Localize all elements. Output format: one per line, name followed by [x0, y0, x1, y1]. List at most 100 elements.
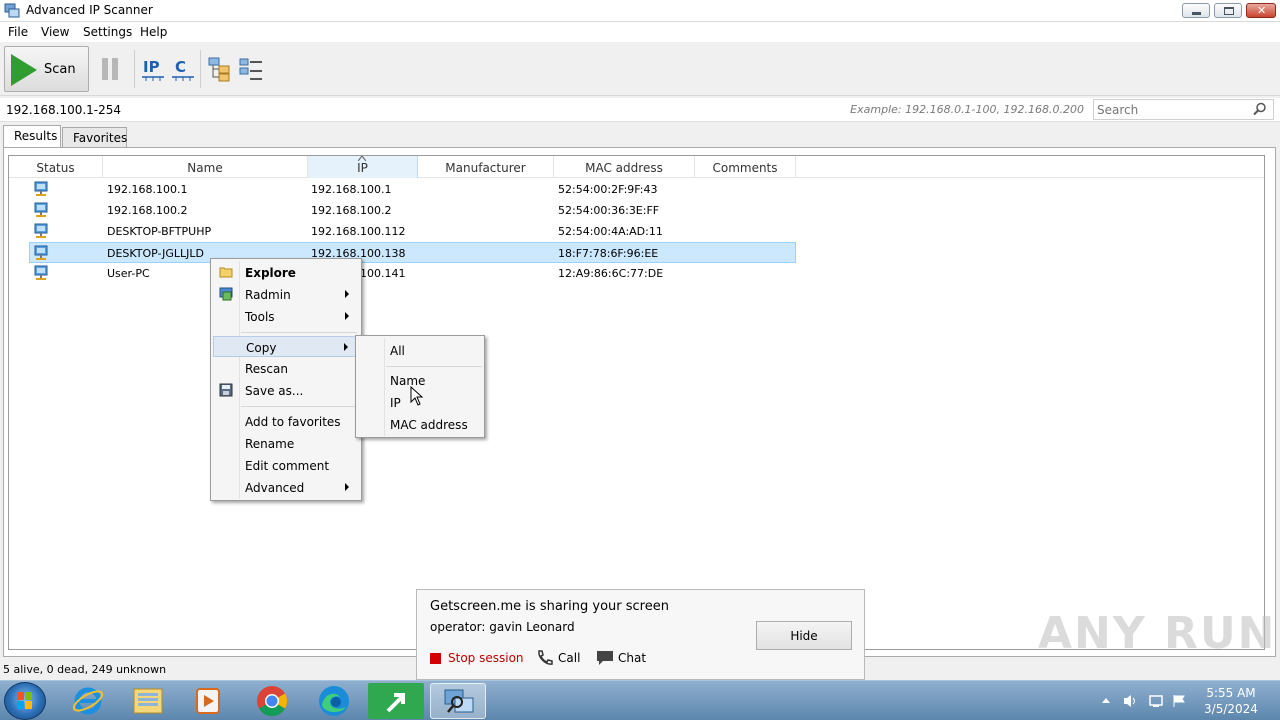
scan-button[interactable]: Scan	[4, 46, 89, 92]
phone-icon	[538, 650, 553, 665]
cell-mac: 52:54:00:2F:9F:43	[558, 183, 658, 196]
column-mac-address[interactable]: MAC address	[554, 156, 695, 178]
ip-range-example: Example: 192.168.0.1-100, 192.168.0.200	[850, 103, 1084, 116]
menu-advanced[interactable]: Advanced	[213, 477, 359, 498]
search-icon[interactable]	[1253, 102, 1267, 116]
column-comments[interactable]: Comments	[695, 156, 796, 178]
restore-button[interactable]	[1214, 3, 1242, 18]
file-explorer-icon	[133, 688, 163, 714]
start-button[interactable]	[4, 682, 46, 720]
cell-mac: 18:F7:78:6F:96:EE	[558, 247, 659, 260]
taskbar-file-explorer[interactable]	[120, 683, 176, 719]
column-name[interactable]: Name	[103, 156, 308, 178]
tab-favorites-label: Favorites	[73, 131, 128, 145]
pause-icon	[102, 58, 108, 80]
chrome-icon	[257, 686, 288, 717]
table-row[interactable]: User-PC192.168.100.14112:A9:86:6C:77:DE	[9, 263, 795, 284]
column-ip[interactable]: IP	[308, 156, 418, 178]
menu-rescan[interactable]: Rescan	[213, 358, 359, 379]
taskbar-clock[interactable]: 5:55 AM 3/5/2024	[1200, 685, 1262, 717]
ip-range-input[interactable]: 192.168.100.1-254	[6, 103, 121, 117]
menu-bar: File View Settings Help	[0, 22, 1280, 42]
menu-explore[interactable]: Explore	[213, 262, 359, 283]
menu-separator	[241, 406, 357, 407]
submenu-arrow-icon	[345, 312, 349, 320]
menu-view[interactable]: View	[41, 25, 69, 39]
stop-session-button[interactable]: Stop session	[448, 651, 524, 665]
menu-file[interactable]: File	[8, 25, 28, 39]
taskbar-edge[interactable]	[306, 683, 362, 719]
table-row[interactable]: DESKTOP-JGLLJLD 192.168.100.138 18:F7:78:6…	[29, 242, 796, 263]
copy-ip[interactable]: IP	[390, 396, 401, 410]
table-row[interactable]: 192.168.100.2 192.168.100.2 52:54:00:36:3E…	[9, 200, 795, 221]
clock-date: 3/5/2024	[1204, 702, 1258, 716]
scan-button-label: Scan	[44, 62, 76, 77]
folder-icon	[219, 267, 233, 278]
scan-summary: 5 alive, 0 dead, 249 unknown	[3, 663, 167, 676]
taskbar-getscreen[interactable]	[368, 683, 424, 719]
app-icon	[4, 3, 20, 18]
ip-range-bar: 192.168.100.1-254 Example: 192.168.0.1-1…	[0, 98, 1280, 122]
call-button[interactable]: Call	[558, 651, 580, 665]
results-list: Status Name IP Manufacturer MAC address …	[8, 155, 1265, 650]
menu-edit-comment[interactable]: Edit comment	[213, 455, 359, 476]
taskbar: 5:55 AM 3/5/2024	[0, 680, 1280, 720]
tab-favorites[interactable]: Favorites	[62, 127, 127, 147]
copy-mac-address[interactable]: MAC address	[390, 418, 468, 432]
table-row[interactable]: DESKTOP-BFTPUHP 192.168.100.112 52:54:00:4…	[9, 221, 795, 242]
menu-rename[interactable]: Rename	[213, 433, 359, 454]
minimize-button[interactable]	[1182, 3, 1210, 18]
column-manufacturer[interactable]: Manufacturer	[418, 156, 554, 178]
taskbar-media-player[interactable]	[180, 683, 236, 719]
tab-results[interactable]: Results	[3, 125, 61, 148]
cell-name: DESKTOP-JGLLJLD	[107, 247, 204, 260]
chat-button[interactable]: Chat	[618, 651, 646, 665]
menu-help[interactable]: Help	[140, 25, 167, 39]
search-input[interactable]	[1094, 100, 1244, 119]
pause-button[interactable]	[102, 58, 120, 80]
menu-settings[interactable]: Settings	[83, 25, 132, 39]
list-header: Status Name IP Manufacturer MAC address …	[9, 156, 1264, 178]
media-player-icon	[196, 688, 220, 714]
column-status[interactable]: Status	[9, 156, 103, 178]
toolbar: Scan IP C	[0, 42, 1280, 96]
menu-add-to-favorites[interactable]: Add to favorites	[213, 411, 359, 432]
search-box[interactable]	[1093, 99, 1274, 120]
svg-text:IP: IP	[143, 58, 160, 76]
menu-tools[interactable]: Tools	[213, 306, 359, 327]
menu-separator	[241, 332, 357, 333]
copy-all[interactable]: All	[390, 344, 405, 358]
screen-sharing-popup: Getscreen.me is sharing your screen oper…	[416, 589, 865, 680]
computer-online-icon	[34, 245, 48, 260]
cell-mac: 12:A9:86:6C:77:DE	[558, 267, 664, 280]
menu-separator	[386, 366, 482, 367]
menu-copy[interactable]: Copy	[213, 336, 359, 357]
volume-icon	[1124, 695, 1131, 707]
cell-mac: 52:54:00:36:3E:FF	[558, 204, 660, 217]
taskbar-chrome[interactable]	[244, 683, 300, 719]
submenu-arrow-icon	[344, 343, 348, 351]
toolbar-separator	[134, 50, 135, 88]
menu-radmin[interactable]: Radmin	[213, 284, 359, 305]
taskbar-internet-explorer[interactable]	[60, 683, 116, 719]
getscreen-icon	[386, 693, 405, 713]
collapse-all-icon[interactable]	[238, 55, 264, 83]
submenu-arrow-icon	[345, 483, 349, 491]
close-button[interactable]: ✕	[1246, 3, 1276, 18]
svg-text:C: C	[175, 58, 186, 76]
menu-save-as[interactable]: Save as...	[213, 380, 359, 401]
edge-icon	[319, 686, 349, 716]
radmin-icon	[219, 287, 233, 301]
hide-button[interactable]: Hide	[756, 621, 852, 650]
sort-ascending-icon	[358, 156, 366, 161]
c-subnet-icon[interactable]: C	[170, 55, 196, 83]
cell-mac: 52:54:00:4A:AD:11	[558, 225, 663, 238]
cell-name: 192.168.100.1	[107, 183, 188, 196]
computer-online-icon	[34, 265, 48, 280]
expand-all-icon[interactable]	[207, 55, 233, 83]
taskbar-advanced-ip-scanner[interactable]	[430, 683, 486, 719]
submenu-arrow-icon	[345, 290, 349, 298]
computer-online-icon	[34, 202, 48, 217]
table-row[interactable]: 192.168.100.1 192.168.100.1 52:54:00:2F:9F…	[9, 179, 795, 200]
ip-subnet-icon[interactable]: IP	[140, 55, 166, 83]
